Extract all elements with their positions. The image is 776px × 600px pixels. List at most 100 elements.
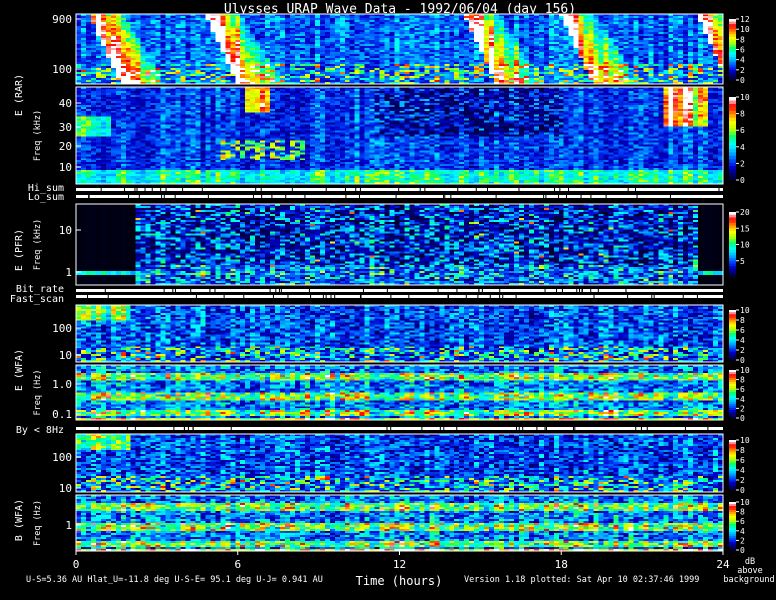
status-bar-gap — [345, 195, 347, 198]
colorbar-step — [729, 121, 736, 126]
status-bar-gap — [291, 188, 293, 191]
colorbar-tick-label: 2 — [740, 346, 745, 355]
y-tick-label-wfa_e_hi: 100 — [52, 322, 72, 335]
status-bar-gap — [278, 289, 280, 292]
status-bar-gap — [243, 295, 245, 298]
colorbar-step — [729, 176, 736, 181]
status-bar-gap — [192, 427, 194, 430]
colorbar-step — [729, 107, 736, 112]
status-bar-gap — [408, 295, 410, 298]
y-tick-label-wfa_b_hi: 100 — [52, 451, 72, 464]
colorbar-step — [729, 110, 736, 115]
colorbar-step — [729, 274, 736, 278]
status-bar-gap — [487, 188, 489, 191]
colorbar-tick-label: 8 — [740, 110, 745, 119]
colorbar-tick-label: 2 — [740, 66, 745, 75]
status-bar-line — [76, 427, 723, 430]
colorbar-tick-label: 4 — [740, 56, 745, 65]
spectrogram-wfa_b_lo — [76, 495, 723, 551]
status-bar-gap — [322, 295, 324, 298]
status-bar-gap — [390, 427, 392, 430]
colorbar-tick-label: 0 — [740, 486, 745, 495]
colorbar-step — [729, 114, 736, 119]
colorbar-tick-label: 4 — [740, 527, 745, 536]
status-bar-gap — [574, 427, 576, 430]
colorbar-step — [729, 77, 736, 81]
y-axis-label-wfa_b_lo: Freq (Hz) — [33, 500, 43, 546]
colorbar-rar_lo: 10 8 6 4 2 0 — [729, 93, 750, 185]
status-bar-gap — [581, 289, 583, 292]
y-tick-label-wfa_e_lo: 1.0 — [52, 378, 72, 391]
status-bar-gap — [636, 195, 638, 198]
status-bar-gap — [545, 427, 547, 430]
status-bar-gap — [444, 195, 446, 198]
status-bar-gap — [160, 188, 162, 191]
status-bar-gap — [443, 427, 445, 430]
status-bar-gap — [173, 427, 175, 430]
colorbar-step — [729, 416, 736, 419]
status-label: By < 8Hz — [16, 425, 64, 436]
group-label: B (WFA) — [14, 499, 25, 541]
status-bar-gap — [165, 188, 167, 191]
status-bar-gap — [136, 188, 138, 191]
colorbar-step — [729, 152, 736, 157]
x-tick-label: 6 — [234, 558, 241, 571]
status-bar-gap — [475, 188, 477, 191]
y-axis-label-pfr: Freq (kHz) — [33, 219, 43, 270]
status-bar-gap — [261, 195, 263, 198]
status-bar-gap — [88, 195, 90, 198]
urap-wave-spectrogram-figure: Ulysses URAP Wave Data - 1992/06/04 (day… — [10, 2, 775, 588]
colorbar-wfa_b_hi: 1086420 — [729, 436, 750, 495]
colorbar-tick-label: 2 — [740, 476, 745, 485]
colorbar-unit-background: background — [723, 575, 774, 585]
x-tick-label: 12 — [393, 558, 406, 571]
colorbar-step — [729, 100, 736, 105]
y-tick-label-wfa_e_hi: 10 — [59, 349, 72, 362]
status-bar-gap — [578, 289, 580, 292]
status-bar-gap — [182, 188, 184, 191]
status-bar-line — [76, 295, 723, 298]
spectrogram-wfa_e_hi — [76, 305, 723, 362]
colorbar-tick-label: 8 — [740, 376, 745, 385]
status-bar-gap — [568, 188, 570, 191]
status-bar-gap — [499, 295, 501, 298]
colorbar-tick-label: 2 — [740, 404, 745, 413]
status-bar-gap — [325, 188, 327, 191]
status-bar-gap — [456, 427, 458, 430]
status-bar-gap — [98, 427, 100, 430]
status-bar-gap — [359, 188, 361, 191]
status-bar-gap — [419, 188, 421, 191]
status-bar-line — [76, 188, 723, 191]
status-bar-gap — [174, 195, 176, 198]
colorbar-step — [729, 97, 736, 101]
status-bar-gap — [536, 427, 538, 430]
status-bar-gap — [597, 289, 599, 292]
colorbar-step — [729, 159, 736, 164]
x-tick-label: 0 — [73, 558, 80, 571]
colorbar-tick-label: 15 — [740, 224, 750, 233]
status-bar-gap — [395, 195, 397, 198]
y-axis-label-wfa_e_lo: Freq (Hz) — [33, 369, 43, 415]
status-bar-gap — [627, 295, 629, 298]
status-bar-gap — [362, 289, 364, 292]
status-bar-gap — [518, 188, 520, 191]
status-bar-gap — [651, 295, 653, 298]
status-bar-line — [76, 195, 723, 198]
colorbar-tick-label: 8 — [740, 316, 745, 325]
x-tick-label: 24 — [716, 558, 730, 571]
colorbar-step — [729, 141, 736, 146]
status-bar-gap — [576, 289, 578, 292]
status-bar-gap — [358, 195, 360, 198]
colorbar-tick-label: 5 — [740, 257, 745, 266]
y-tick-label-rar_lo: 30 — [59, 121, 72, 134]
status-bar-gap — [499, 289, 501, 292]
status-bar-gap — [669, 195, 671, 198]
status-bar-gap — [627, 188, 629, 191]
status-bar-gap — [556, 289, 558, 292]
colorbar-tick-label: 0 — [740, 414, 745, 423]
colorbar-step — [729, 128, 736, 133]
colorbar-tick-label: 10 — [740, 93, 750, 102]
status-bar-gap — [559, 188, 561, 191]
status-bar-gap — [390, 295, 392, 298]
colorbar-tick-label: 20 — [740, 208, 750, 217]
